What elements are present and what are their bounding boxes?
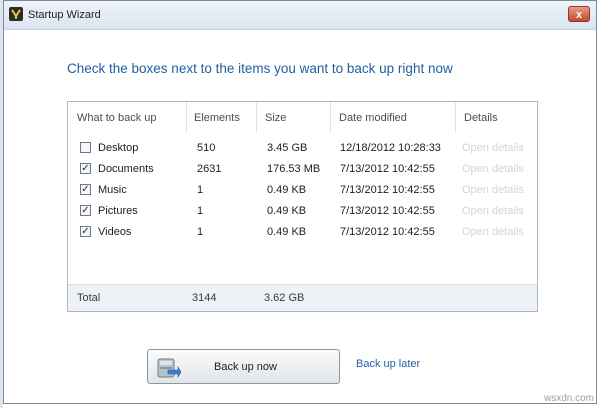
- checkbox-documents[interactable]: ✓: [80, 163, 91, 174]
- item-name: Pictures: [98, 205, 138, 217]
- watermark: wsxdn.com: [543, 393, 594, 404]
- app-logo-icon: [9, 7, 23, 21]
- item-size: 3.45 GB: [267, 142, 308, 154]
- backup-drive-icon: [157, 358, 182, 379]
- item-size: 176.53 MB: [267, 163, 321, 175]
- checkbox-videos[interactable]: ✓: [80, 226, 91, 237]
- open-details-link[interactable]: Open details: [462, 142, 524, 154]
- item-date: 7/13/2012 10:42:55: [340, 184, 435, 196]
- page-heading: Check the boxes next to the items you wa…: [67, 61, 453, 76]
- column-header-elements[interactable]: Elements: [194, 112, 240, 124]
- item-name: Videos: [98, 226, 132, 238]
- checkbox-desktop[interactable]: [80, 142, 91, 153]
- close-icon: x: [575, 9, 583, 21]
- window-title: Startup Wizard: [28, 9, 101, 21]
- list-item[interactable]: ✓ Documents 2631 176.53 MB 7/13/2012 10:…: [68, 160, 537, 180]
- backup-now-button[interactable]: Back up now: [147, 349, 340, 384]
- open-details-link[interactable]: Open details: [462, 163, 524, 175]
- item-date: 7/13/2012 10:42:55: [340, 205, 435, 217]
- column-header-details[interactable]: Details: [464, 112, 498, 124]
- close-button[interactable]: x: [568, 6, 590, 22]
- startup-wizard-window: Startup Wizard x Check the boxes next to…: [3, 0, 597, 404]
- list-footer-total: Total 3144 3.62 GB: [68, 284, 537, 311]
- item-size: 0.49 KB: [267, 226, 307, 238]
- total-size: 3.62 GB: [264, 292, 305, 304]
- open-details-link[interactable]: Open details: [462, 226, 524, 238]
- column-separator: [256, 102, 257, 132]
- item-name: Music: [98, 184, 127, 196]
- backup-now-label: Back up now: [214, 361, 277, 373]
- column-separator: [455, 102, 456, 132]
- item-date: 7/13/2012 10:42:55: [340, 163, 435, 175]
- column-header-separator: [330, 102, 331, 132]
- list-item[interactable]: ✓ Music 1 0.49 KB 7/13/2012 10:42:55 Ope…: [68, 181, 537, 201]
- title-bar[interactable]: Startup Wizard x: [4, 1, 596, 30]
- list-item[interactable]: ✓ Pictures 1 0.49 KB 7/13/2012 10:42:55 …: [68, 202, 537, 222]
- item-size: 0.49 KB: [267, 205, 307, 217]
- backup-items-list: What to back up Elements Size Date modif…: [67, 101, 538, 312]
- list-item[interactable]: ✓ Videos 1 0.49 KB 7/13/2012 10:42:55 Op…: [68, 223, 537, 243]
- item-elements: 1: [197, 226, 204, 238]
- item-size: 0.49 KB: [267, 184, 307, 196]
- total-label: Total: [77, 292, 101, 304]
- item-name: Documents: [98, 163, 154, 175]
- column-header-date[interactable]: Date modified: [339, 112, 407, 124]
- backup-later-link[interactable]: Back up later: [356, 358, 420, 370]
- open-details-link[interactable]: Open details: [462, 184, 524, 196]
- column-header-size[interactable]: Size: [265, 112, 286, 124]
- item-elements: 510: [197, 142, 216, 154]
- open-details-link[interactable]: Open details: [462, 205, 524, 217]
- item-elements: 1: [197, 184, 204, 196]
- column-separator: [186, 102, 187, 132]
- column-header-name[interactable]: What to back up: [77, 112, 157, 124]
- item-date: 12/18/2012 10:28:33: [340, 142, 441, 154]
- checkbox-music[interactable]: ✓: [80, 184, 91, 195]
- item-elements: 1: [197, 205, 204, 217]
- item-date: 7/13/2012 10:42:55: [340, 226, 435, 238]
- checkbox-pictures[interactable]: ✓: [80, 205, 91, 216]
- item-elements: 2631: [197, 163, 222, 175]
- list-item[interactable]: Desktop 510 3.45 GB 12/18/2012 10:28:33 …: [68, 139, 537, 159]
- item-name: Desktop: [98, 142, 139, 154]
- list-header: What to back up Elements Size Date modif…: [68, 102, 537, 132]
- total-elements: 3144: [192, 292, 217, 304]
